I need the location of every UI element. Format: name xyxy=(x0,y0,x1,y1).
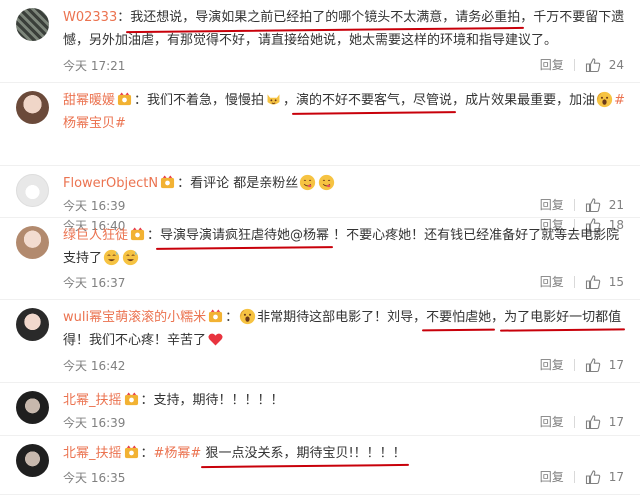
avatar[interactable] xyxy=(16,226,49,259)
username-link[interactable]: 绿巨人狂徒 xyxy=(63,228,128,243)
reply-button[interactable]: 回复 xyxy=(540,468,564,485)
comment-timestamp: 今天 16:37 xyxy=(63,276,126,290)
comment-text-segment: ：支持，期待！！！！！ xyxy=(140,393,284,408)
like-count: 17 xyxy=(608,469,624,484)
underlined-text: 为了电影好一切都值 xyxy=(504,310,622,325)
comment-text: wuli幂宝萌滚滚的小糯米 ： 非常期待这部电影了！刘导，不要怕虐她，为了电影好一切… xyxy=(63,306,630,352)
comment-timestamp: 今天 16:35 xyxy=(63,471,126,485)
comment-item: 北幂_扶摇 ：#杨幂# 狠一点没关系，期待宝贝!！！！！ 今天 16:35 回复 17 xyxy=(0,436,640,495)
comment-item: FlowerObjectN ：看评论 都是亲粉丝今天 16:39 回复 21 xyxy=(0,166,640,218)
comment-text-segment: ，成片效果最重要，加油 xyxy=(452,93,596,108)
comment-item: wuli幂宝萌滚滚的小糯米 ： 非常期待这部电影了！刘导，不要怕虐她，为了电影好一切… xyxy=(0,300,640,383)
comment-text-segment: ， xyxy=(491,310,505,325)
comment-text: 甜幂暖媛 ：我们不着急，慢慢拍 ，演的不好不要客气，尽管说，成片效果最重要，加油 #杨… xyxy=(63,89,630,135)
heart-emoji xyxy=(207,331,224,348)
cat-face-emoji xyxy=(265,91,282,108)
divider xyxy=(573,415,575,428)
divider xyxy=(573,275,575,288)
username-link[interactable]: wuli幂宝萌滚滚的小糯米 xyxy=(63,310,206,325)
divider xyxy=(573,358,575,371)
comment-timestamp: 今天 17:21 xyxy=(63,59,126,73)
username-link[interactable]: 北幂_扶摇 xyxy=(63,393,122,408)
avatar[interactable] xyxy=(16,444,49,477)
comment-actions: 回复 24 xyxy=(540,56,624,73)
fan-badge-icon xyxy=(124,392,139,407)
sweat-smile-emoji xyxy=(122,249,139,266)
comment-text-segment: ， xyxy=(283,93,297,108)
username-link[interactable]: 甜幂暖媛 xyxy=(63,93,115,108)
fan-badge-icon xyxy=(130,227,145,242)
underlined-text: 导演导演请疯狂虐待她@杨幂 xyxy=(160,228,330,243)
comment-text-segment: ： xyxy=(117,10,131,25)
comment-actions: 回复 17 xyxy=(540,468,624,485)
like-count: 15 xyxy=(608,274,624,289)
reply-button[interactable]: 回复 xyxy=(540,356,564,373)
fan-badge-icon xyxy=(124,445,139,460)
avatar[interactable] xyxy=(16,391,49,424)
thumbs-up-icon[interactable] xyxy=(585,57,601,73)
comment-text-segment: 得！我们不心疼！辛苦了 xyxy=(63,333,207,348)
comment-item: W02333：我还想说，导演如果之前已经拍了的哪个镜头不太满意，请务必重拍，千万… xyxy=(0,0,640,83)
comment-timestamp: 今天 16:39 xyxy=(63,416,126,430)
hashtag-link[interactable]: #杨幂# xyxy=(154,446,202,461)
username-link[interactable]: FlowerObjectN xyxy=(63,176,158,191)
comment-item: 绿巨人狂徒 ：导演导演请疯狂虐待她@杨幂 ！不要心疼她！还有钱已经准备好了就等去电… xyxy=(0,218,640,300)
comment-text-segment: ： xyxy=(147,228,161,243)
comment-item: 北幂_扶摇 ：支持，期待！！！！！ 今天 16:39 回复 17 xyxy=(0,383,640,436)
like-count: 17 xyxy=(608,357,624,372)
thumbs-up-icon[interactable] xyxy=(585,469,601,485)
comment-text-segment: ：看评论 都是亲粉丝 xyxy=(177,176,299,191)
username-link[interactable]: 北幂_扶摇 xyxy=(63,446,122,461)
fan-badge-icon xyxy=(208,309,223,324)
divider xyxy=(573,470,575,483)
yum-face-emoji xyxy=(299,174,316,191)
like-count: 21 xyxy=(608,197,624,212)
avatar[interactable] xyxy=(16,8,49,41)
sweat-smile-emoji xyxy=(103,249,120,266)
thumbs-up-icon[interactable] xyxy=(585,357,601,373)
comment-item: 甜幂暖媛 ：我们不着急，慢慢拍 ，演的不好不要客气，尽管说，成片效果最重要，加油 #杨… xyxy=(0,83,640,233)
underlined-text: 不要怕虐她 xyxy=(426,310,492,325)
username-link[interactable]: W02333 xyxy=(63,10,117,25)
divider xyxy=(573,58,575,71)
thumbs-up-icon[interactable] xyxy=(585,197,601,213)
comment-text-segment: ： xyxy=(225,310,239,325)
avatar[interactable] xyxy=(16,91,49,124)
reply-button[interactable]: 回复 xyxy=(540,273,564,290)
reply-button[interactable]: 回复 xyxy=(540,56,564,73)
reply-button[interactable]: 回复 xyxy=(540,196,564,213)
comment-text-segment: 非常期待这部电影了！刘导， xyxy=(257,310,427,325)
underlined-text: 我还想说，导演如果之前已经拍了的哪个镜头不太满意，请务必重拍 xyxy=(130,10,521,25)
avatar[interactable] xyxy=(16,308,49,341)
reply-button[interactable]: 回复 xyxy=(540,413,564,430)
comment-actions: 回复 17 xyxy=(540,356,624,373)
comment-actions: 回复 15 xyxy=(540,273,624,290)
fan-badge-icon xyxy=(117,92,132,107)
scream-face-emoji xyxy=(239,308,256,325)
comment-actions: 回复 21 xyxy=(540,196,624,213)
comment-timestamp: 今天 16:42 xyxy=(63,359,126,373)
comment-actions: 回复 17 xyxy=(540,413,624,430)
underlined-text: 狠一点没关系，期待宝贝!！！！！ xyxy=(205,446,406,461)
fan-badge-icon xyxy=(160,175,175,190)
comment-timestamp: 今天 16:39 xyxy=(63,199,126,213)
underlined-text: 演的不好不要客气，尽管说 xyxy=(296,93,453,108)
avatar[interactable] xyxy=(16,174,49,207)
thumbs-up-icon[interactable] xyxy=(585,414,601,430)
like-count: 24 xyxy=(608,57,624,72)
thumbs-up-icon[interactable] xyxy=(585,274,601,290)
divider xyxy=(573,198,575,211)
comment-text: W02333：我还想说，导演如果之前已经拍了的哪个镜头不太满意，请务必重拍，千万… xyxy=(63,6,630,52)
comment-text-segment: ： xyxy=(140,446,154,461)
yum-face-emoji xyxy=(318,174,335,191)
like-count: 17 xyxy=(608,414,624,429)
comment-text: 北幂_扶摇 ：支持，期待！！！！！ xyxy=(63,389,630,412)
comment-text: 北幂_扶摇 ：#杨幂# 狠一点没关系，期待宝贝!！！！！ xyxy=(63,442,630,465)
scream-face-emoji xyxy=(596,91,613,108)
comment-text: 绿巨人狂徒 ：导演导演请疯狂虐待她@杨幂 ！不要心疼她！还有钱已经准备好了就等去电… xyxy=(63,224,630,270)
comment-text-segment: ：我们不着急，慢慢拍 xyxy=(134,93,265,108)
comment-text: FlowerObjectN ：看评论 都是亲粉丝 xyxy=(63,172,630,195)
